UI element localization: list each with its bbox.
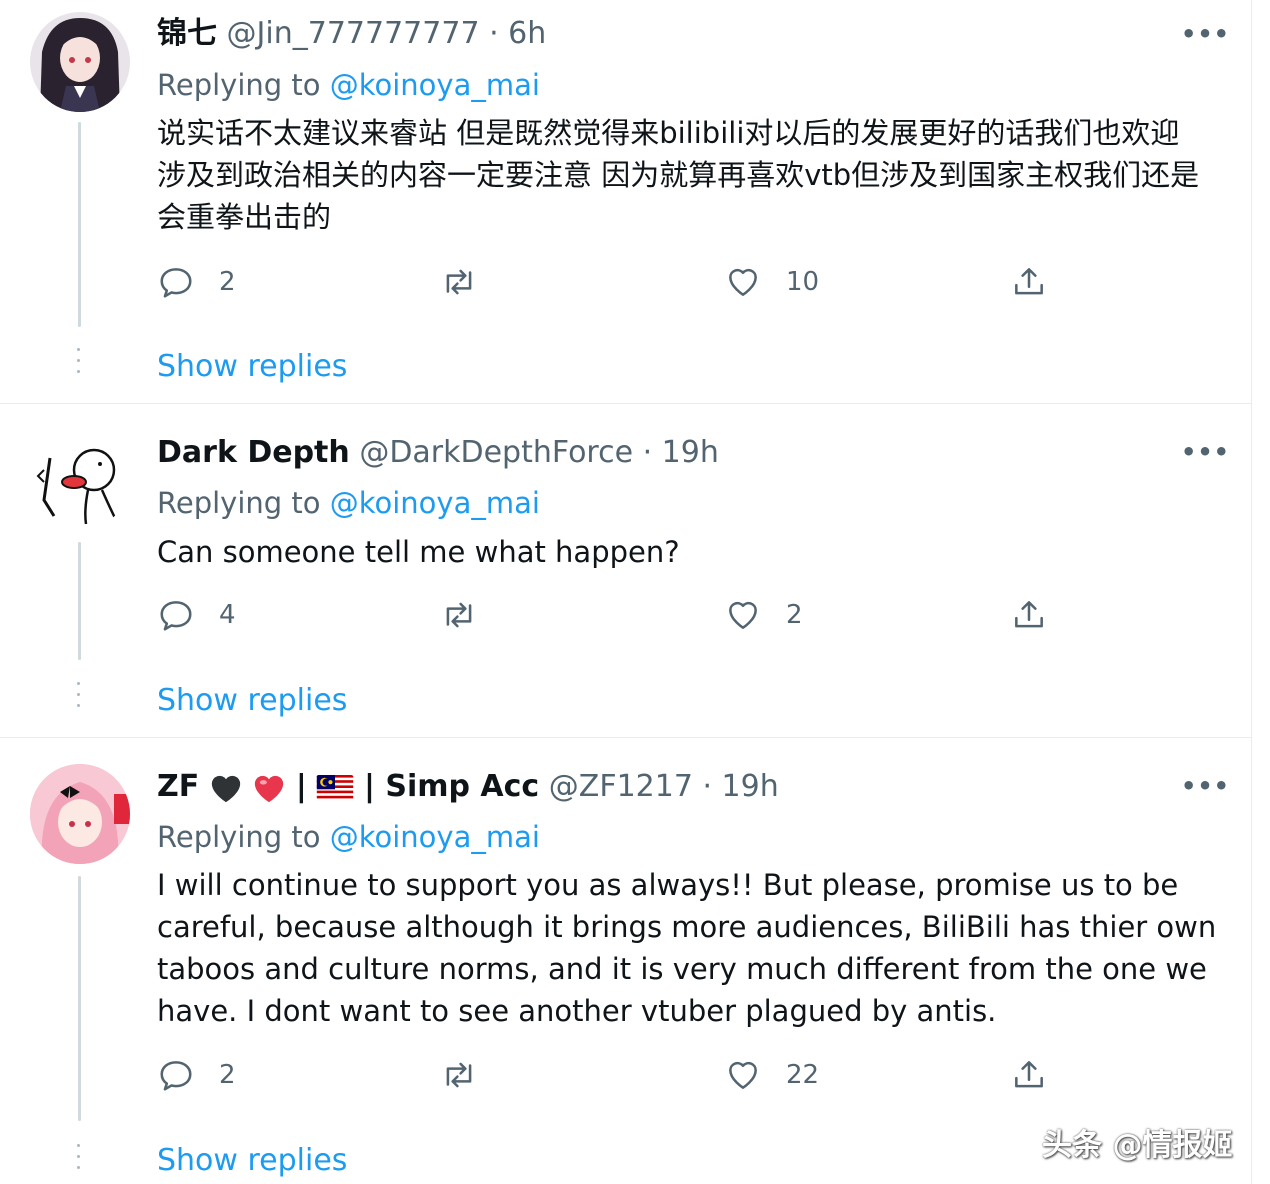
watermark: 头条 @情报姬 bbox=[1042, 1128, 1233, 1163]
display-name[interactable]: 锦七 bbox=[157, 16, 217, 51]
reply-button[interactable]: 4 bbox=[157, 596, 236, 634]
retweet-button[interactable] bbox=[440, 1056, 478, 1094]
user-handle[interactable]: @Jin_777777777 bbox=[227, 16, 480, 51]
timestamp[interactable]: · 6h bbox=[489, 16, 546, 51]
avatar[interactable] bbox=[30, 764, 130, 864]
action-bar: 2 22 bbox=[157, 1056, 1077, 1096]
user-handle[interactable]: @ZF1217 bbox=[549, 769, 693, 804]
avatar[interactable] bbox=[30, 12, 130, 112]
retweet-icon bbox=[446, 269, 472, 295]
retweet-icon bbox=[446, 1062, 472, 1088]
reply-icon bbox=[160, 601, 192, 631]
thread-dots bbox=[76, 348, 82, 381]
tweet[interactable]: Dark Depth @DarkDepthForce · 19h ••• Rep… bbox=[0, 404, 1252, 737]
display-name-suffix[interactable]: | Simp Acc bbox=[364, 769, 539, 804]
replying-to: Replying to @koinoya_mai bbox=[157, 485, 540, 521]
timestamp[interactable]: · 19h bbox=[643, 435, 719, 470]
mention-link[interactable]: @koinoya_mai bbox=[330, 820, 540, 854]
tweet-header: Dark Depth @DarkDepthForce · 19h bbox=[157, 435, 719, 471]
reply-count: 4 bbox=[219, 600, 236, 630]
more-icon[interactable]: ••• bbox=[1181, 440, 1230, 464]
reply-button[interactable]: 2 bbox=[157, 263, 236, 301]
malaysia-flag-emoji bbox=[317, 774, 354, 801]
reply-icon bbox=[160, 1061, 192, 1091]
tweet-header: 锦七 @Jin_777777777 · 6h bbox=[157, 16, 546, 52]
tweet[interactable]: ZF | | Simp Acc @ZF1217 · 19h ••• Replyi… bbox=[0, 738, 1252, 1184]
avatar[interactable] bbox=[30, 430, 130, 530]
mention-link[interactable]: @koinoya_mai bbox=[330, 486, 540, 520]
action-bar: 4 2 bbox=[157, 596, 1077, 636]
red-heart-emoji bbox=[255, 775, 284, 802]
thread-dots bbox=[76, 1144, 82, 1177]
mention-link[interactable]: @koinoya_mai bbox=[330, 68, 540, 102]
thread-line bbox=[78, 876, 81, 1121]
thread-dots bbox=[76, 682, 82, 715]
more-icon[interactable]: ••• bbox=[1181, 774, 1230, 798]
share-icon bbox=[1015, 601, 1043, 628]
reply-count: 2 bbox=[219, 1060, 236, 1090]
display-name[interactable]: Dark Depth bbox=[157, 435, 350, 470]
more-icon[interactable]: ••• bbox=[1181, 22, 1230, 46]
show-replies-link[interactable]: Show replies bbox=[157, 349, 347, 385]
reply-button[interactable]: 2 bbox=[157, 1056, 236, 1094]
like-count: 10 bbox=[786, 267, 820, 297]
replying-label: Replying to bbox=[157, 68, 321, 102]
like-button[interactable]: 22 bbox=[724, 1056, 819, 1094]
thread-line bbox=[78, 122, 81, 327]
retweet-button[interactable] bbox=[440, 596, 478, 634]
like-icon bbox=[729, 601, 757, 629]
like-button[interactable]: 10 bbox=[724, 263, 819, 301]
share-icon bbox=[1015, 1061, 1043, 1088]
show-replies-link[interactable]: Show replies bbox=[157, 1143, 347, 1179]
like-count: 22 bbox=[786, 1060, 820, 1090]
display-name[interactable]: ZF bbox=[157, 769, 199, 804]
tweet-text: 说实话不太建议来睿站 但是既然觉得来bilibili对以后的发展更好的话我们也欢… bbox=[157, 116, 1200, 234]
replying-to: Replying to @koinoya_mai bbox=[157, 819, 540, 855]
reply-count: 2 bbox=[219, 267, 236, 297]
timestamp[interactable]: · 19h bbox=[702, 769, 778, 804]
thread-line bbox=[78, 542, 81, 660]
like-icon bbox=[729, 1061, 757, 1089]
tweet-text: Can someone tell me what happen? bbox=[157, 535, 680, 569]
tweet-header: ZF | | Simp Acc @ZF1217 · 19h bbox=[157, 769, 779, 804]
retweet-button[interactable] bbox=[440, 263, 478, 301]
replying-label: Replying to bbox=[157, 486, 321, 520]
share-button[interactable] bbox=[1010, 1056, 1048, 1094]
share-icon bbox=[1015, 268, 1043, 295]
like-icon bbox=[729, 268, 757, 296]
like-button[interactable]: 2 bbox=[724, 596, 803, 634]
tweet[interactable]: 锦七 @Jin_777777777 · 6h ••• Replying to @… bbox=[0, 0, 1252, 403]
tweet-text: I will continue to support you as always… bbox=[157, 868, 1217, 1028]
like-count: 2 bbox=[786, 600, 803, 630]
retweet-icon bbox=[446, 602, 472, 628]
action-bar: 2 10 bbox=[157, 263, 1077, 303]
black-heart-emoji bbox=[211, 775, 240, 802]
share-button[interactable] bbox=[1010, 263, 1048, 301]
replying-to: Replying to @koinoya_mai bbox=[157, 67, 540, 103]
show-replies-link[interactable]: Show replies bbox=[157, 683, 347, 719]
replying-label: Replying to bbox=[157, 820, 321, 854]
reply-icon bbox=[160, 268, 192, 298]
share-button[interactable] bbox=[1010, 596, 1048, 634]
user-handle[interactable]: @DarkDepthForce bbox=[359, 435, 633, 470]
